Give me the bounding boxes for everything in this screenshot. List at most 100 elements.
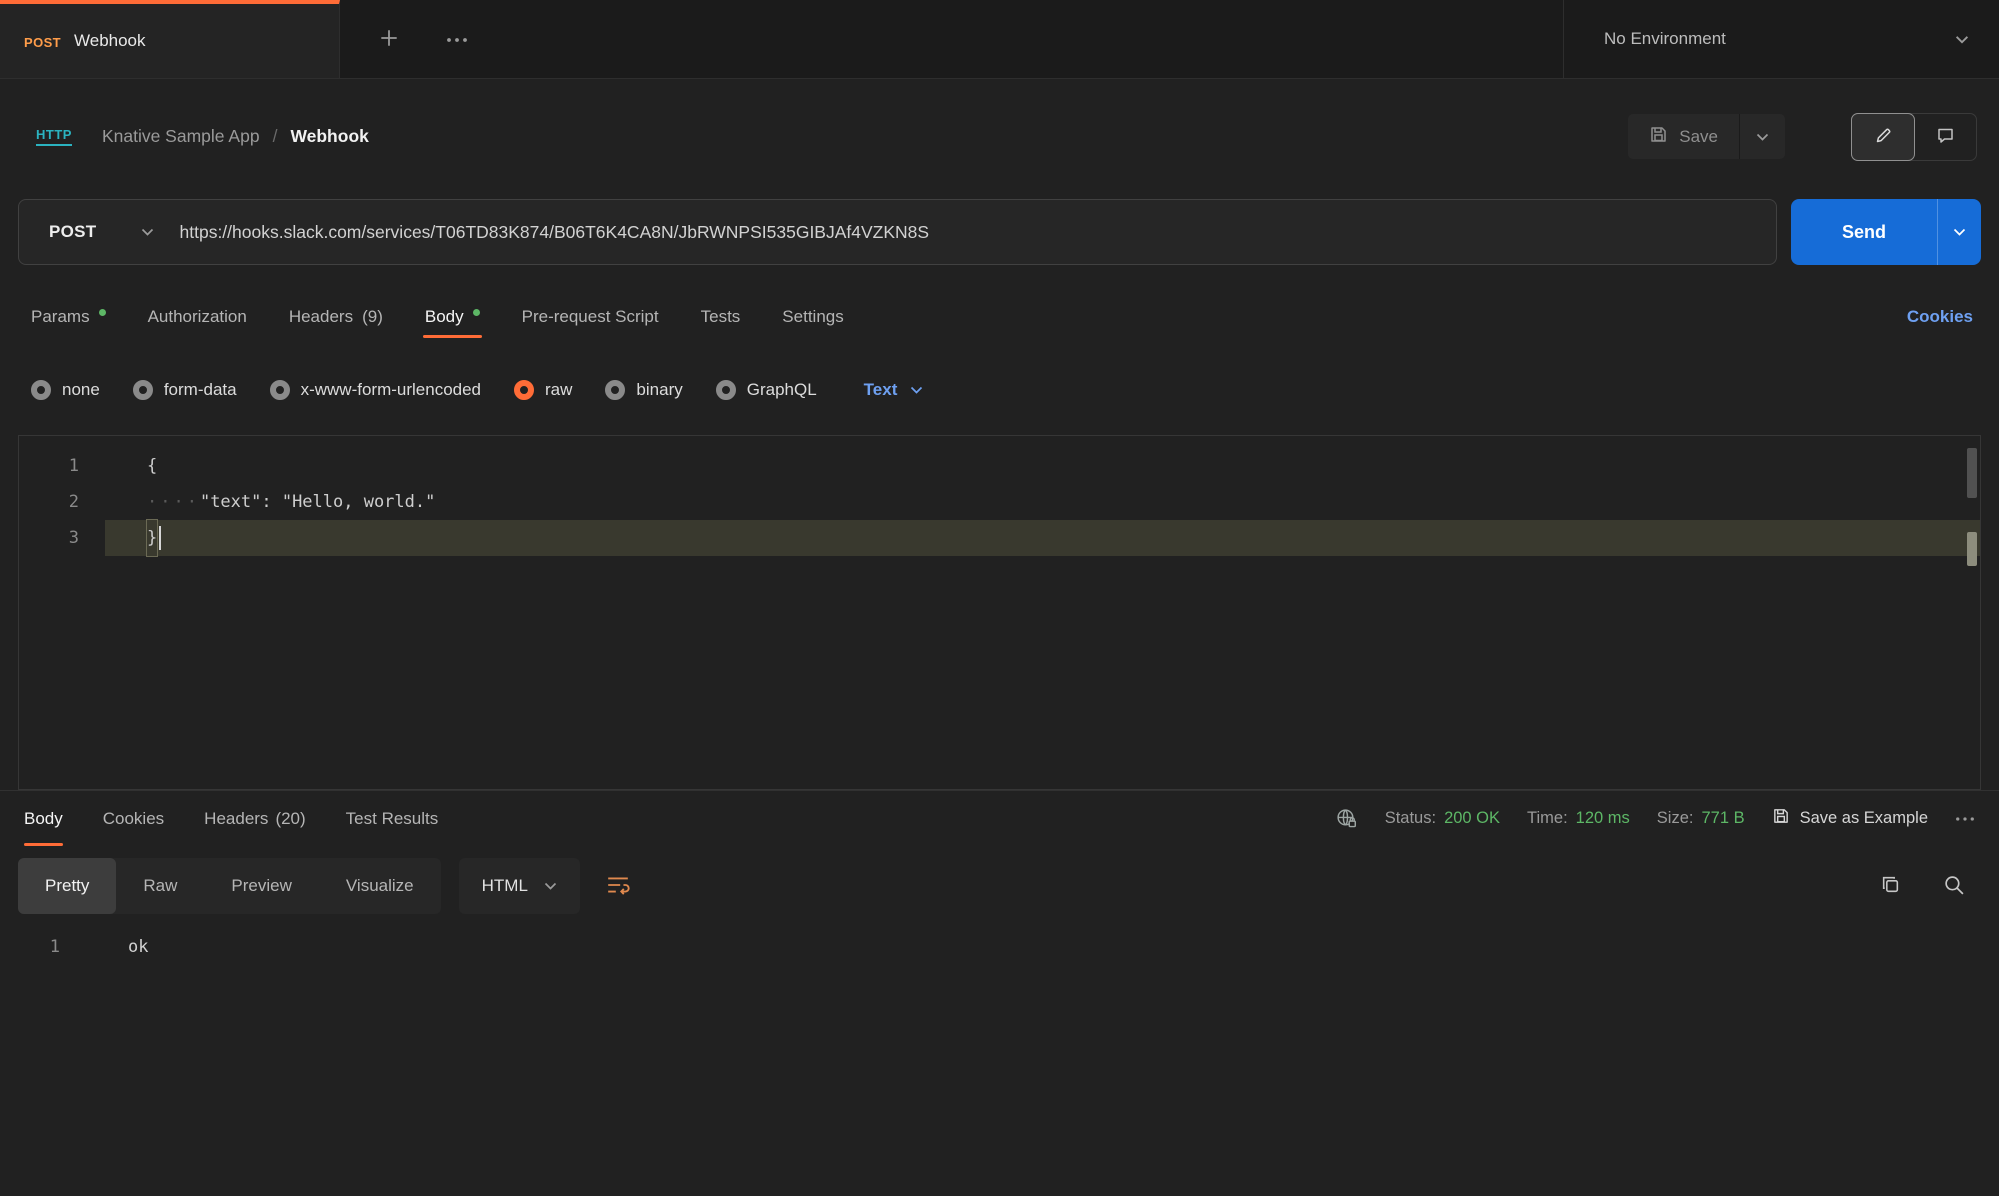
response-language-label: HTML — [482, 876, 528, 896]
editor-line: 1 { — [19, 448, 1980, 484]
request-body-editor[interactable]: 1 { 2 ···· "text": "Hello, world." 3 } — [18, 435, 1981, 790]
view-mode-pretty-label: Pretty — [45, 876, 89, 895]
request-tabs: Params Authorization Headers (9) Body Pr… — [0, 270, 1999, 345]
request-tab-webhook[interactable]: POST Webhook — [0, 0, 340, 78]
send-button[interactable]: Send — [1791, 199, 1937, 265]
body-type-none[interactable]: none — [31, 380, 100, 400]
wrap-lines-icon — [606, 875, 630, 898]
radio-selected-icon — [514, 380, 534, 400]
request-meta-bar: HTTP Knative Sample App / Webhook Save — [0, 79, 1999, 194]
save-icon — [1772, 807, 1790, 830]
body-type-raw[interactable]: raw — [514, 380, 572, 400]
body-type-graphql[interactable]: GraphQL — [716, 380, 817, 400]
tab-settings[interactable]: Settings — [782, 307, 843, 345]
cookies-link[interactable]: Cookies — [1907, 307, 1973, 345]
tab-body[interactable]: Body — [425, 307, 480, 345]
response-tab-test-results[interactable]: Test Results — [346, 791, 439, 846]
breadcrumb-separator: / — [273, 126, 278, 147]
tab-options-button[interactable] — [446, 32, 468, 47]
response-body-viewer[interactable]: 1 ok — [0, 914, 1999, 964]
breadcrumb-collection[interactable]: Knative Sample App — [102, 126, 260, 147]
tab-tests[interactable]: Tests — [701, 307, 741, 345]
save-options-button[interactable] — [1739, 114, 1785, 159]
method-label: POST — [49, 222, 97, 242]
radio-icon — [605, 380, 625, 400]
save-as-example-label: Save as Example — [1800, 809, 1928, 828]
editor-current-line-marker — [1967, 532, 1977, 566]
text-cursor — [159, 526, 161, 550]
chevron-down-icon — [1756, 133, 1769, 141]
response-toolbar-right — [1880, 874, 1981, 899]
save-as-example-button[interactable]: Save as Example — [1772, 807, 1928, 830]
body-type-row: none form-data x-www-form-urlencoded raw… — [0, 345, 1999, 435]
params-active-dot — [99, 309, 106, 316]
chevron-down-icon — [1955, 35, 1969, 44]
response-tab-cookies-label: Cookies — [103, 809, 164, 829]
response-options-button[interactable] — [1955, 811, 1975, 826]
response-headers-count: (20) — [275, 809, 305, 829]
tab-headers[interactable]: Headers (9) — [289, 307, 383, 345]
copy-response-button[interactable] — [1880, 874, 1901, 898]
view-mode-raw-label: Raw — [143, 876, 177, 895]
tab-params[interactable]: Params — [31, 307, 106, 345]
method-selector[interactable]: POST — [19, 222, 180, 242]
editor-line-current: 3 } — [19, 520, 1980, 556]
body-type-none-label: none — [62, 380, 100, 400]
response-tab-body[interactable]: Body — [24, 791, 63, 846]
response-tabs: Body Cookies Headers (20) Test Results S… — [0, 791, 1999, 846]
body-type-form-data[interactable]: form-data — [133, 380, 237, 400]
response-language-selector[interactable]: HTML — [459, 858, 580, 914]
send-button-group: Send — [1791, 199, 1981, 265]
chevron-down-icon — [544, 882, 557, 890]
wrap-lines-button[interactable] — [606, 875, 630, 898]
time-badge[interactable]: Time: 120 ms — [1527, 809, 1630, 828]
size-badge[interactable]: Size: 771 B — [1657, 809, 1745, 828]
save-button-label: Save — [1679, 127, 1718, 147]
size-value: 771 B — [1701, 809, 1744, 828]
breadcrumb: Knative Sample App / Webhook — [102, 126, 369, 147]
chevron-down-icon — [141, 228, 154, 236]
send-options-button[interactable] — [1937, 199, 1981, 265]
code-text: "text": "Hello, world." — [200, 484, 435, 520]
environment-selector[interactable]: No Environment — [1563, 0, 1999, 78]
rename-request-button[interactable] — [1851, 113, 1915, 161]
tab-pre-request-script[interactable]: Pre-request Script — [522, 307, 659, 345]
body-type-form-data-label: form-data — [164, 380, 237, 400]
tab-body-label: Body — [425, 307, 464, 327]
view-mode-raw[interactable]: Raw — [116, 858, 204, 914]
editor-scrollbar-thumb[interactable] — [1967, 448, 1977, 498]
line-number: 3 — [19, 520, 105, 556]
radio-icon — [133, 380, 153, 400]
comments-button[interactable] — [1914, 114, 1976, 160]
search-response-button[interactable] — [1943, 874, 1965, 899]
new-tab-button[interactable] — [378, 27, 400, 52]
network-info-icon[interactable] — [1335, 807, 1358, 830]
response-text: ok — [128, 930, 148, 964]
response-tab-cookies[interactable]: Cookies — [103, 791, 164, 846]
body-type-urlencoded[interactable]: x-www-form-urlencoded — [270, 380, 481, 400]
view-mode-visualize[interactable]: Visualize — [319, 858, 441, 914]
response-tab-headers[interactable]: Headers (20) — [204, 791, 306, 846]
comment-icon — [1936, 126, 1955, 148]
radio-icon — [716, 380, 736, 400]
radio-icon — [31, 380, 51, 400]
url-container: POST — [18, 199, 1777, 265]
status-badge[interactable]: Status: 200 OK — [1385, 809, 1500, 828]
view-mode-preview[interactable]: Preview — [204, 858, 318, 914]
indent-guides: ···· — [147, 484, 200, 520]
size-label: Size: — [1657, 809, 1694, 828]
tab-method-label: POST — [24, 33, 61, 50]
body-type-graphql-label: GraphQL — [747, 380, 817, 400]
raw-language-selector[interactable]: Text — [864, 380, 924, 400]
line-number: 2 — [19, 484, 105, 520]
view-mode-pretty[interactable]: Pretty — [18, 858, 116, 914]
time-value: 120 ms — [1576, 809, 1630, 828]
chevron-down-icon — [1953, 228, 1966, 236]
headers-count: (9) — [362, 307, 383, 327]
url-input[interactable] — [180, 222, 1777, 243]
editor-line: 2 ···· "text": "Hello, world." — [19, 484, 1980, 520]
tab-authorization[interactable]: Authorization — [148, 307, 247, 345]
save-button[interactable]: Save — [1628, 114, 1739, 159]
body-type-binary[interactable]: binary — [605, 380, 682, 400]
tab-headers-label: Headers — [289, 307, 353, 327]
